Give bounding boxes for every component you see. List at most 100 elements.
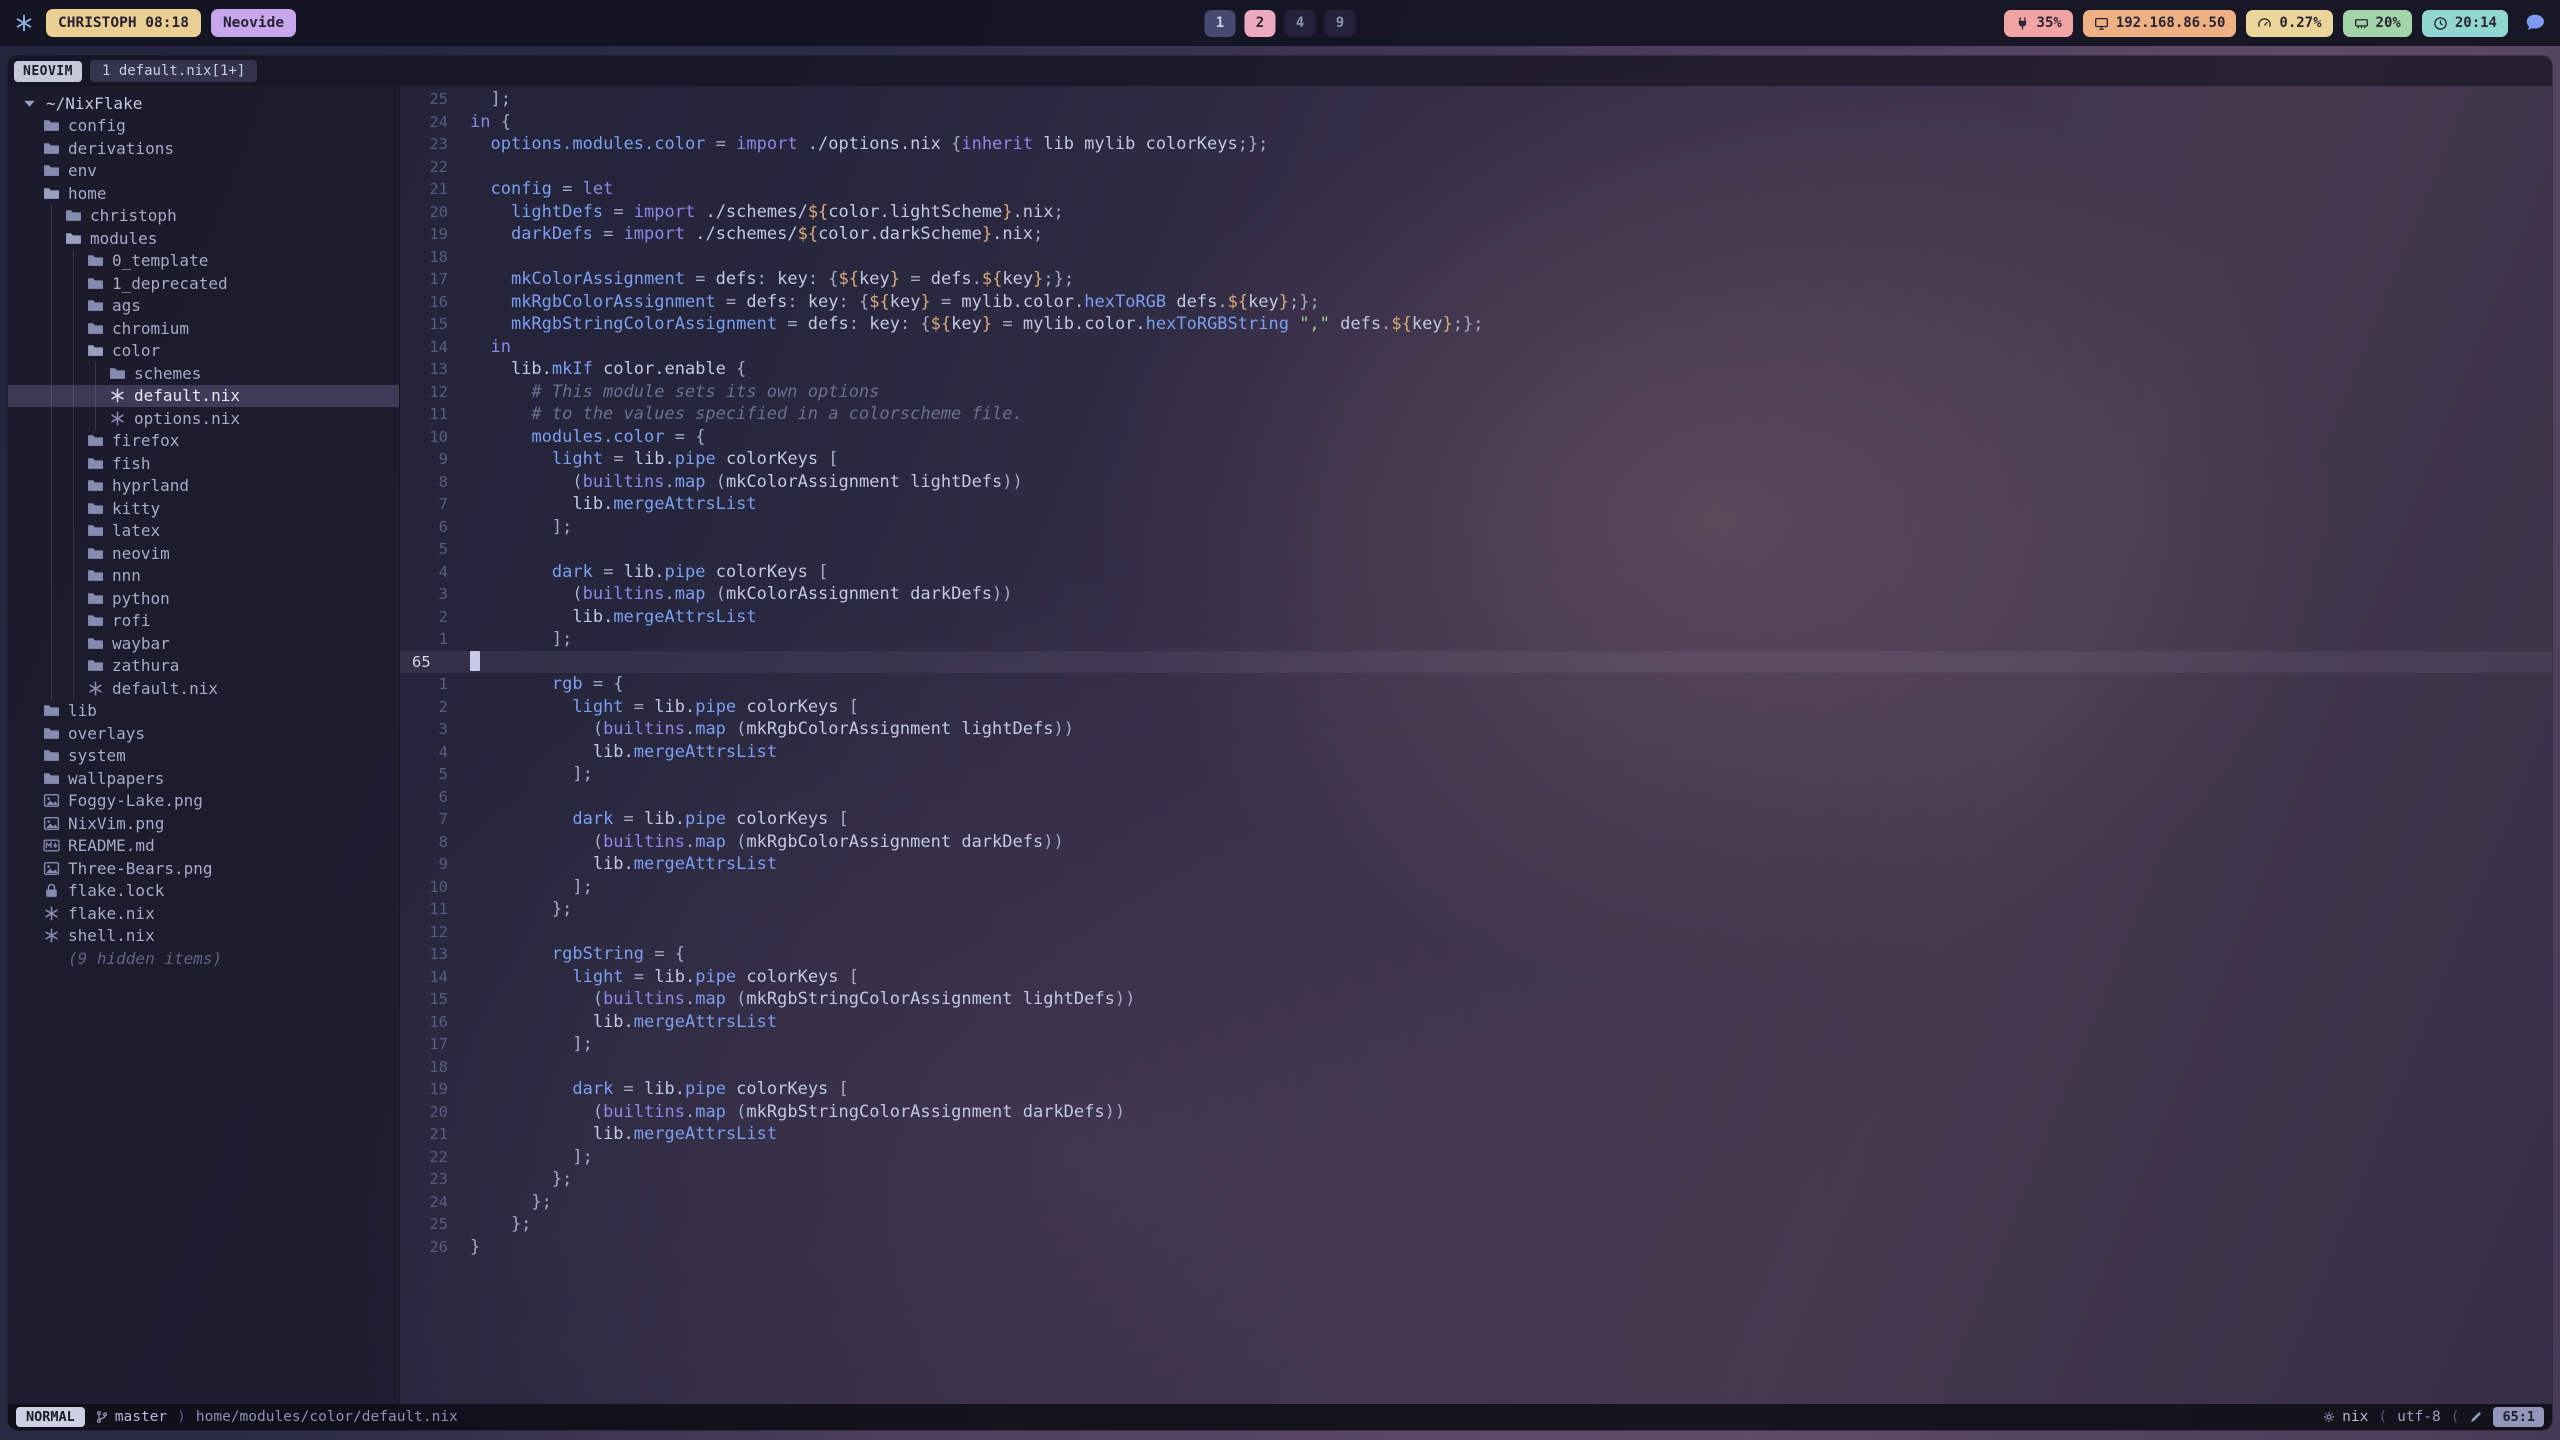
cpu-badge[interactable]: 0.27% — [2246, 10, 2332, 37]
code-line[interactable]: 23 options.modules.color = import ./opti… — [400, 133, 2552, 156]
code-line[interactable]: 9 light = lib.pipe colorKeys [ — [400, 448, 2552, 471]
code-line[interactable]: 6 — [400, 786, 2552, 809]
code-line[interactable]: 6 ]; — [400, 516, 2552, 539]
code-line[interactable]: 19 darkDefs = import ./schemes/${color.d… — [400, 223, 2552, 246]
workspace-9[interactable]: 9 — [1325, 10, 1356, 37]
tree-item-fish[interactable]: fish — [8, 452, 399, 475]
code-line[interactable]: 22 ]; — [400, 1146, 2552, 1169]
code-line[interactable]: 3 (builtins.map (mkRgbColorAssignment li… — [400, 718, 2552, 741]
battery-badge[interactable]: 35% — [2004, 10, 2073, 37]
tree-item-nixflake[interactable]: ~/NixFlake — [8, 92, 399, 115]
tab-default-nix[interactable]: 1 default.nix[1+] — [90, 60, 257, 82]
code-line[interactable]: 16 lib.mergeAttrsList — [400, 1011, 2552, 1034]
tree-item-lib[interactable]: lib — [8, 700, 399, 723]
tree-item-home[interactable]: home — [8, 182, 399, 205]
tree-item-readme-md[interactable]: README.md — [8, 835, 399, 858]
code-line[interactable]: 9 lib.mergeAttrsList — [400, 853, 2552, 876]
code-line[interactable]: 7 lib.mergeAttrsList — [400, 493, 2552, 516]
tree-item-nnn[interactable]: nnn — [8, 565, 399, 588]
workspace-1[interactable]: 1 — [1205, 10, 1236, 37]
code-line[interactable]: 14 light = lib.pipe colorKeys [ — [400, 966, 2552, 989]
tree-item-rofi[interactable]: rofi — [8, 610, 399, 633]
tree-item-flake-lock[interactable]: flake.lock — [8, 880, 399, 903]
code-line[interactable]: 15 (builtins.map (mkRgbStringColorAssign… — [400, 988, 2552, 1011]
tray-icon[interactable] — [2524, 12, 2546, 34]
code-line[interactable]: 17 ]; — [400, 1033, 2552, 1056]
tree-item-color[interactable]: color — [8, 340, 399, 363]
code-line[interactable]: 5 — [400, 538, 2552, 561]
code-line[interactable]: 26} — [400, 1236, 2552, 1259]
code-line[interactable]: 2 light = lib.pipe colorKeys [ — [400, 696, 2552, 719]
tree-item-config[interactable]: config — [8, 115, 399, 138]
code-line[interactable]: 19 dark = lib.pipe colorKeys [ — [400, 1078, 2552, 1101]
code-line[interactable]: 5 ]; — [400, 763, 2552, 786]
clock-badge[interactable]: 20:14 — [2422, 10, 2508, 37]
tree-item-flake-nix[interactable]: flake.nix — [8, 902, 399, 925]
tree-item-system[interactable]: system — [8, 745, 399, 768]
workspace-2[interactable]: 2 — [1245, 10, 1276, 37]
code-line[interactable]: 7 dark = lib.pipe colorKeys [ — [400, 808, 2552, 831]
tree-item-firefox[interactable]: firefox — [8, 430, 399, 453]
tree-item-schemes[interactable]: schemes — [8, 362, 399, 385]
code-line[interactable]: 65 — [400, 651, 2552, 674]
tree-item-nixvim-png[interactable]: NixVim.png — [8, 812, 399, 835]
code-line[interactable]: 11 }; — [400, 898, 2552, 921]
tree-item-wallpapers[interactable]: wallpapers — [8, 767, 399, 790]
code-line[interactable]: 3 (builtins.map (mkColorAssignment darkD… — [400, 583, 2552, 606]
code-line[interactable]: 20 (builtins.map (mkRgbStringColorAssign… — [400, 1101, 2552, 1124]
tree-item-1-deprecated[interactable]: 1_deprecated — [8, 272, 399, 295]
code-line[interactable]: 16 mkRgbColorAssignment = defs: key: {${… — [400, 291, 2552, 314]
code-line[interactable]: 24 }; — [400, 1191, 2552, 1214]
tree-item-hyprland[interactable]: hyprland — [8, 475, 399, 498]
code-line[interactable]: 17 mkColorAssignment = defs: key: {${key… — [400, 268, 2552, 291]
code-line[interactable]: 21 lib.mergeAttrsList — [400, 1123, 2552, 1146]
tree-item-env[interactable]: env — [8, 160, 399, 183]
code-line[interactable]: 20 lightDefs = import ./schemes/${color.… — [400, 201, 2552, 224]
tree-item-derivations[interactable]: derivations — [8, 137, 399, 160]
memory-badge[interactable]: 20% — [2343, 10, 2412, 37]
tree-item-python[interactable]: python — [8, 587, 399, 610]
code-line[interactable]: 13 rgbString = { — [400, 943, 2552, 966]
code-line[interactable]: 15 mkRgbStringColorAssignment = defs: ke… — [400, 313, 2552, 336]
tree-item-three-bears-png[interactable]: Three-Bears.png — [8, 857, 399, 880]
tree-item-chromium[interactable]: chromium — [8, 317, 399, 340]
tree-item-0-template[interactable]: 0_template — [8, 250, 399, 273]
code-line[interactable]: 21 config = let — [400, 178, 2552, 201]
tree-item-christoph[interactable]: christoph — [8, 205, 399, 228]
code-line[interactable]: 23 }; — [400, 1168, 2552, 1191]
code-line[interactable]: 1 ]; — [400, 628, 2552, 651]
network-badge[interactable]: 192.168.86.50 — [2083, 10, 2237, 37]
code-line[interactable]: 11 # to the values specified in a colors… — [400, 403, 2552, 426]
tree-item-options-nix[interactable]: options.nix — [8, 407, 399, 430]
code-line[interactable]: 8 (builtins.map (mkRgbColorAssignment da… — [400, 831, 2552, 854]
tree-item-shell-nix[interactable]: shell.nix — [8, 925, 399, 948]
code-line[interactable]: 24in { — [400, 111, 2552, 134]
code-line[interactable]: 8 (builtins.map (mkColorAssignment light… — [400, 471, 2552, 494]
code-line[interactable]: 13 lib.mkIf color.enable { — [400, 358, 2552, 381]
tree-item-waybar[interactable]: waybar — [8, 632, 399, 655]
tree-item-neovim[interactable]: neovim — [8, 542, 399, 565]
code-line[interactable]: 22 — [400, 156, 2552, 179]
tree-item-latex[interactable]: latex — [8, 520, 399, 543]
editor-buffer[interactable]: 25 ];24in {23 options.modules.color = im… — [400, 86, 2552, 1404]
workspace-4[interactable]: 4 — [1285, 10, 1316, 37]
code-line[interactable]: 25 ]; — [400, 88, 2552, 111]
code-line[interactable]: 10 modules.color = { — [400, 426, 2552, 449]
tree-item-ags[interactable]: ags — [8, 295, 399, 318]
code-line[interactable]: 2 lib.mergeAttrsList — [400, 606, 2552, 629]
code-line[interactable]: 14 in — [400, 336, 2552, 359]
code-line[interactable]: 4 lib.mergeAttrsList — [400, 741, 2552, 764]
code-line[interactable]: 12 — [400, 921, 2552, 944]
tree-item-zathura[interactable]: zathura — [8, 655, 399, 678]
code-line[interactable]: 4 dark = lib.pipe colorKeys [ — [400, 561, 2552, 584]
tree-item-modules[interactable]: modules — [8, 227, 399, 250]
tree-item-kitty[interactable]: kitty — [8, 497, 399, 520]
code-line[interactable]: 1 rgb = { — [400, 673, 2552, 696]
code-line[interactable]: 18 — [400, 1056, 2552, 1079]
code-line[interactable]: 18 — [400, 246, 2552, 269]
code-line[interactable]: 10 ]; — [400, 876, 2552, 899]
tree-item-default-nix[interactable]: default.nix — [8, 677, 399, 700]
tree-item-overlays[interactable]: overlays — [8, 722, 399, 745]
tree-item-foggy-lake-png[interactable]: Foggy-Lake.png — [8, 790, 399, 813]
tree-item-default-nix[interactable]: default.nix — [8, 385, 399, 408]
